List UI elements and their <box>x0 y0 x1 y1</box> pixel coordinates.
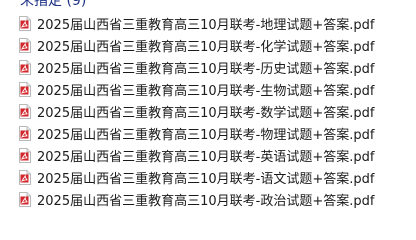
pdf-file-icon <box>19 191 31 207</box>
file-item[interactable]: 2025届山西省三重教育高三10月联考-历史试题+答案.pdf <box>19 56 409 78</box>
file-item[interactable]: 2025届山西省三重教育高三10月联考-生物试题+答案.pdf <box>19 78 409 100</box>
file-item[interactable]: 2025届山西省三重教育高三10月联考-数学试题+答案.pdf <box>19 100 409 122</box>
file-item[interactable]: 2025届山西省三重教育高三10月联考-化学试题+答案.pdf <box>19 34 409 56</box>
file-item[interactable]: 2025届山西省三重教育高三10月联考-英语试题+答案.pdf <box>19 144 409 166</box>
file-item[interactable]: 2025届山西省三重教育高三10月联考-物理试题+答案.pdf <box>19 122 409 144</box>
file-list: 2025届山西省三重教育高三10月联考-地理试题+答案.pdf 2025届山西省… <box>19 12 409 210</box>
pdf-file-icon <box>19 37 31 53</box>
file-name: 2025届山西省三重教育高三10月联考-历史试题+答案.pdf <box>37 61 375 77</box>
pdf-file-icon <box>19 125 31 141</box>
pdf-file-icon <box>19 81 31 97</box>
file-name: 2025届山西省三重教育高三10月联考-英语试题+答案.pdf <box>37 149 375 165</box>
pdf-file-icon <box>19 15 31 31</box>
file-name: 2025届山西省三重教育高三10月联考-物理试题+答案.pdf <box>37 127 375 143</box>
file-name: 2025届山西省三重教育高三10月联考-化学试题+答案.pdf <box>37 39 375 55</box>
pdf-file-icon <box>19 169 31 185</box>
file-name: 2025届山西省三重教育高三10月联考-生物试题+答案.pdf <box>37 83 375 99</box>
file-name: 2025届山西省三重教育高三10月联考-数学试题+答案.pdf <box>37 105 375 121</box>
file-item[interactable]: 2025届山西省三重教育高三10月联考-地理试题+答案.pdf <box>19 12 409 34</box>
pdf-file-icon <box>19 103 31 119</box>
group-header[interactable]: 未指定 (9) <box>20 0 86 11</box>
file-name: 2025届山西省三重教育高三10月联考-地理试题+答案.pdf <box>37 17 375 33</box>
file-name: 2025届山西省三重教育高三10月联考-政治试题+答案.pdf <box>37 193 375 209</box>
pdf-file-icon <box>19 59 31 75</box>
file-item[interactable]: 2025届山西省三重教育高三10月联考-政治试题+答案.pdf <box>19 188 409 210</box>
pdf-file-icon <box>19 147 31 163</box>
file-item[interactable]: 2025届山西省三重教育高三10月联考-语文试题+答案.pdf <box>19 166 409 188</box>
file-name: 2025届山西省三重教育高三10月联考-语文试题+答案.pdf <box>37 171 375 187</box>
